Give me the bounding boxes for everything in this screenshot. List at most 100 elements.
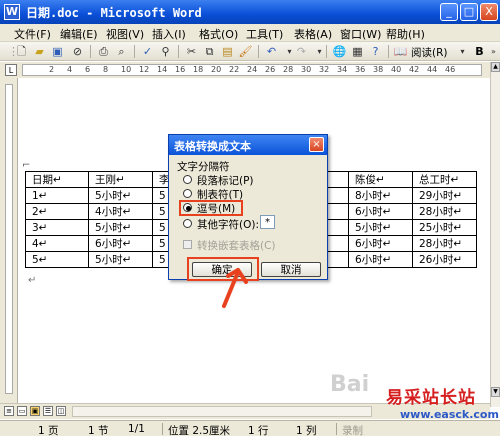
menu-edit[interactable]: 编辑(E): [60, 26, 98, 42]
table-cell[interactable]: 6小时↵: [348, 203, 413, 220]
spelling-icon[interactable]: ✓: [140, 44, 155, 59]
scroll-up-icon[interactable]: ▲: [491, 62, 500, 72]
standard-toolbar: ⋮ 🗋 ▰ ▣ ⊘ ⎙ ⌕ ✓ ⚲ ✂ ⧉ ▤ 🖌 ↶ ▾ ↷ ▾ 🌐 ▦ ? …: [0, 42, 500, 61]
watermark-baidu: Bai: [330, 372, 370, 397]
table-cell[interactable]: 28小时↵: [412, 235, 477, 252]
scroll-down-icon[interactable]: ▼: [491, 387, 500, 397]
vertical-ruler[interactable]: [0, 78, 18, 403]
table-cell[interactable]: 28小时↵: [412, 203, 477, 220]
table-cell[interactable]: 5小时↵: [88, 251, 153, 268]
status-separator: [336, 423, 337, 435]
print-layout-view-icon[interactable]: ▣: [30, 406, 40, 416]
table-cell[interactable]: 日期↵: [25, 171, 89, 188]
option-paragraph-label[interactable]: 段落标记(P): [197, 173, 254, 188]
research-icon[interactable]: ⚲: [158, 44, 173, 59]
watermark-site-url: www.easck.com: [400, 408, 499, 421]
radio-tab[interactable]: [183, 189, 192, 198]
close-window-button[interactable]: X: [480, 3, 498, 21]
reading-mode-button[interactable]: 阅读(R): [411, 45, 448, 60]
table-cell[interactable]: 5小时↵: [348, 219, 413, 236]
radio-comma[interactable]: [183, 203, 192, 212]
table-cell[interactable]: 29小时↵: [412, 187, 477, 204]
ruler-number: 38: [373, 65, 384, 74]
table-cell[interactable]: 25小时↵: [412, 219, 477, 236]
copy-icon[interactable]: ⧉: [202, 44, 217, 59]
outline-view-icon[interactable]: ☰: [43, 406, 53, 416]
dialog-close-button[interactable]: ×: [309, 137, 324, 152]
vertical-scrollbar[interactable]: ▲ ▼: [490, 62, 500, 407]
menu-view[interactable]: 视图(V): [106, 26, 144, 42]
reading-view-icon[interactable]: ◫: [56, 406, 66, 416]
menu-insert[interactable]: 插入(I): [152, 26, 186, 42]
print-preview-icon[interactable]: ⌕: [114, 44, 129, 59]
print-icon[interactable]: ⎙: [96, 44, 111, 59]
save-icon[interactable]: ▣: [50, 44, 65, 59]
bold-button[interactable]: B: [472, 44, 487, 59]
table-cell[interactable]: 王刚↵: [88, 171, 153, 188]
menu-table[interactable]: 表格(A): [294, 26, 332, 42]
menu-help[interactable]: 帮助(H): [386, 26, 425, 42]
permission-icon[interactable]: ⊘: [70, 44, 85, 59]
normal-view-icon[interactable]: ≡: [4, 406, 14, 416]
ruler-row: L 2 4 6 8 10 12 14 16 18 20 22 24 26 28 30 32 34 36 38 40 42…: [0, 62, 490, 78]
minimize-button[interactable]: _: [440, 3, 458, 21]
table-cell[interactable]: 26小时↵: [412, 251, 477, 268]
table-cell[interactable]: 陈俊↵: [348, 171, 413, 188]
tab-selector-button[interactable]: L: [5, 64, 17, 76]
redo-icon[interactable]: ↷: [294, 44, 309, 59]
open-folder-icon[interactable]: ▰: [32, 44, 47, 59]
undo-icon[interactable]: ↶: [264, 44, 279, 59]
menu-window[interactable]: 窗口(W): [340, 26, 381, 42]
cancel-button[interactable]: 取消: [261, 262, 321, 277]
dialog-title-bar: 表格转换成文本: [169, 135, 327, 155]
radio-paragraph[interactable]: [183, 175, 192, 184]
table-cell[interactable]: 3↵: [25, 219, 89, 236]
table-cell[interactable]: 6小时↵: [348, 235, 413, 252]
ruler-number: 26: [265, 65, 276, 74]
reading-mode-icon[interactable]: 📖: [393, 44, 408, 59]
table-cell[interactable]: 6小时↵: [88, 235, 153, 252]
table-cell[interactable]: 4小时↵: [88, 203, 153, 220]
new-document-icon[interactable]: 🗋: [14, 44, 29, 59]
table-cell[interactable]: 6小时↵: [348, 251, 413, 268]
table-cell[interactable]: 5小时↵: [88, 187, 153, 204]
table-cell[interactable]: 1↵: [25, 187, 89, 204]
option-comma-label[interactable]: 逗号(M): [197, 201, 235, 216]
ruler-number: 2: [49, 65, 55, 74]
horizontal-ruler[interactable]: 2 4 6 8 10 12 14 16 18 20 22 24 26 28 30 32 34 36 38 40 42 44…: [22, 64, 482, 76]
other-char-input[interactable]: *: [260, 215, 275, 229]
vertical-ruler-scale: [5, 84, 13, 394]
table-cell[interactable]: 总工时↵: [412, 171, 477, 188]
menu-file[interactable]: 文件(F): [14, 26, 51, 42]
hyperlink-icon[interactable]: 🌐: [332, 44, 347, 59]
table-cell[interactable]: 4↵: [25, 235, 89, 252]
redo-dropdown-icon[interactable]: ▾: [312, 44, 327, 59]
menu-tools[interactable]: 工具(T): [246, 26, 283, 42]
toolbar-separator: [134, 45, 135, 58]
maximize-button[interactable]: □: [460, 3, 478, 21]
paste-icon[interactable]: ▤: [220, 44, 235, 59]
menu-format[interactable]: 格式(O): [199, 26, 238, 42]
nested-tables-checkbox[interactable]: [183, 240, 192, 249]
ruler-number: 8: [103, 65, 109, 74]
ruler-number: 10: [121, 65, 132, 74]
table-move-handle-icon[interactable]: ⌐: [22, 160, 30, 171]
table-cell[interactable]: 5小时↵: [88, 219, 153, 236]
word-app-icon[interactable]: W: [4, 4, 20, 20]
help-icon[interactable]: ?: [368, 44, 383, 59]
tables-borders-icon[interactable]: ▦: [350, 44, 365, 59]
window-title: 日期.doc - Microsoft Word: [26, 6, 202, 20]
ruler-number: 6: [85, 65, 91, 74]
table-cell[interactable]: 5↵: [25, 251, 89, 268]
option-other-label[interactable]: 其他字符(O):: [197, 217, 259, 232]
radio-other[interactable]: [183, 219, 192, 228]
ruler-number: 36: [355, 65, 366, 74]
format-painter-icon[interactable]: 🖌: [238, 44, 253, 59]
toolbar-options-icon[interactable]: ▾: [455, 44, 470, 59]
table-cell[interactable]: 8小时↵: [348, 187, 413, 204]
horizontal-scrollbar[interactable]: [72, 406, 372, 417]
web-view-icon[interactable]: ▭: [17, 406, 27, 416]
table-cell[interactable]: 2↵: [25, 203, 89, 220]
toolbar-more-icon[interactable]: »: [486, 44, 500, 59]
cut-icon[interactable]: ✂: [184, 44, 199, 59]
